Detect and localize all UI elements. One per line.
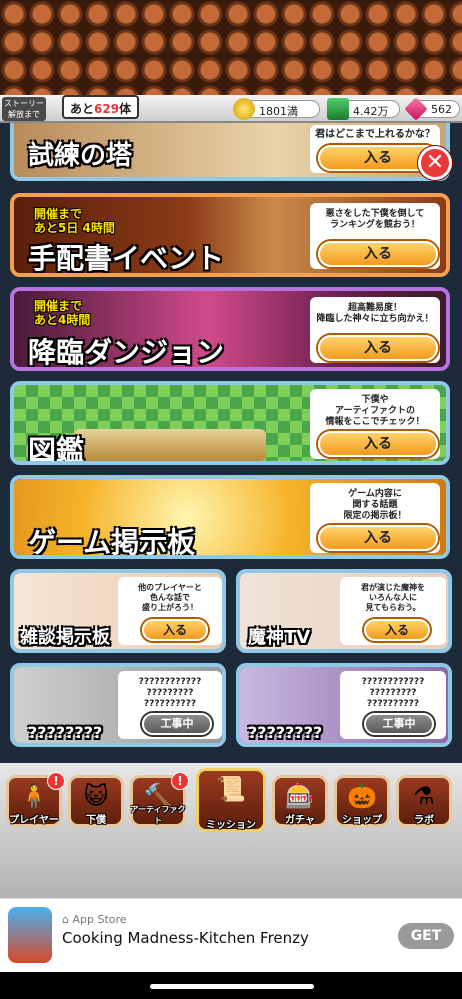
ad-store-label: ⌂ App Store: [62, 913, 127, 926]
remaining-prefix: あと: [70, 102, 95, 116]
story-unlock-label: ストーリー 解放まで: [2, 97, 46, 121]
top-background: [0, 0, 462, 95]
ad-app-icon: [8, 907, 52, 963]
shop-icon: 🎃: [347, 782, 377, 810]
nav-gacha[interactable]: 🎰 ガチャ: [272, 775, 328, 827]
encyclopedia-title: 図鑑: [28, 434, 85, 465]
book-stack-icon: [74, 429, 266, 461]
dungeon-enter-button[interactable]: 入る: [318, 335, 438, 361]
nav-label: 下僕: [86, 815, 106, 826]
encyclopedia-card[interactable]: 図鑑 下僕や アーティファクトの 情報をここでチェック！ 入る: [10, 381, 450, 465]
chat-board-card[interactable]: 雑談掲示板 他のプレイヤーと 色んな話で 盛り上がろう！ 入る: [10, 569, 226, 653]
locked-construction-button-2: 工事中: [364, 713, 434, 735]
xp-value: 4.42万: [353, 105, 389, 118]
nav-mission[interactable]: 📜 ミッション: [196, 768, 266, 832]
coin-value: 1801満: [259, 105, 298, 118]
ad-store-text: App Store: [72, 913, 127, 926]
ad-banner[interactable]: ⌂ App Store Cooking Madness-Kitchen Fren…: [0, 898, 462, 972]
nav-shop[interactable]: 🎃 ショップ: [334, 775, 390, 827]
nav-artifact[interactable]: 🔨! アーティファクト: [130, 772, 189, 827]
dungeon-title: 降臨ダンジョン: [28, 336, 225, 369]
nav-label: ミッション: [206, 820, 256, 831]
locked-card-1: ???????? ???????????? ????????? ????????…: [10, 663, 226, 747]
chat-board-enter-button[interactable]: 入る: [142, 619, 208, 641]
ad-app-name: Cooking Madness-Kitchen Frenzy: [62, 929, 309, 947]
xp-icon: [327, 98, 349, 120]
nav-servant[interactable]: 😺 下僕: [68, 775, 124, 827]
nav-label: ショップ: [342, 815, 382, 826]
close-icon[interactable]: ✕: [418, 146, 452, 180]
locked-title-1: ????????: [28, 723, 103, 742]
remaining-suffix: 体: [119, 102, 132, 116]
game-board-title: ゲーム掲示板: [28, 526, 196, 559]
nav-label: プレイヤー: [9, 815, 59, 826]
wanted-badge-line1: 開催まで: [34, 207, 83, 221]
mission-icon: 📜: [216, 775, 246, 803]
servant-icon: 😺: [83, 782, 109, 810]
majin-tv-title: 魔神TV: [248, 627, 311, 648]
home-indicator-bar: [0, 972, 462, 999]
tower-title: 試練の塔: [28, 141, 133, 171]
nav-label: アーティファクト: [130, 805, 186, 825]
coin-counter: 1801満: [233, 98, 320, 120]
remaining-count: 629: [94, 102, 120, 116]
alert-badge: !: [47, 772, 65, 790]
lab-icon: ⚗: [413, 782, 435, 810]
gem-value: 562: [431, 103, 452, 116]
dungeon-card[interactable]: 開催まで あと4時間 降臨ダンジョン 超高難易度！ 降臨した神々に立ち向かえ！ …: [10, 287, 450, 371]
ad-get-button[interactable]: GET: [398, 923, 454, 949]
nav-lab[interactable]: ⚗ ラボ: [396, 775, 452, 827]
game-board-enter-button[interactable]: 入る: [318, 525, 438, 551]
remaining-counter: あと629体: [62, 95, 140, 119]
dungeon-badge-line2: あと4時間: [34, 313, 91, 327]
xp-counter: 4.42万: [327, 98, 400, 120]
wanted-badge-line2: あと5日 4時間: [34, 221, 115, 235]
dungeon-badge-line1: 開催まで: [34, 299, 83, 313]
home-indicator[interactable]: [150, 984, 314, 989]
tower-card[interactable]: 試練の塔 君はどこまで上れるかな？ 入る: [10, 123, 450, 181]
gacha-icon: 🎰: [285, 782, 315, 810]
coin-icon: [233, 98, 255, 120]
chat-board-title: 雑談掲示板: [20, 627, 110, 648]
nav-player[interactable]: 🧍! プレイヤー: [6, 772, 65, 827]
wanted-enter-button[interactable]: 入る: [318, 241, 438, 267]
majin-tv-enter-button[interactable]: 入る: [364, 619, 430, 641]
nav-label: ラボ: [414, 815, 434, 826]
gem-counter: 562: [404, 97, 460, 121]
encyclopedia-enter-button[interactable]: 入る: [318, 431, 438, 457]
wanted-event-card[interactable]: 開催まで あと5日 4時間 手配書イベント 悪さをした下僕を倒して ランキングを…: [10, 193, 450, 277]
wanted-title: 手配書イベント: [28, 242, 225, 275]
majin-tv-card[interactable]: 魔神TV 君が演じた魔神を いろんな人に 見てもらおう。 入る: [236, 569, 452, 653]
app-store-icon: ⌂: [62, 913, 73, 926]
tower-desc: 君はどこまで上れるかな？: [315, 129, 435, 140]
locked-title-2: ????????: [248, 723, 323, 742]
locked-card-2: ???????? ???????????? ????????? ????????…: [236, 663, 452, 747]
alert-badge: !: [171, 772, 189, 790]
nav-label: ガチャ: [285, 815, 315, 826]
game-board-card[interactable]: ゲーム掲示板 ゲーム内容に 関する話題 限定の掲示板！ 入る: [10, 475, 450, 559]
locked-construction-button-1: 工事中: [142, 713, 212, 735]
